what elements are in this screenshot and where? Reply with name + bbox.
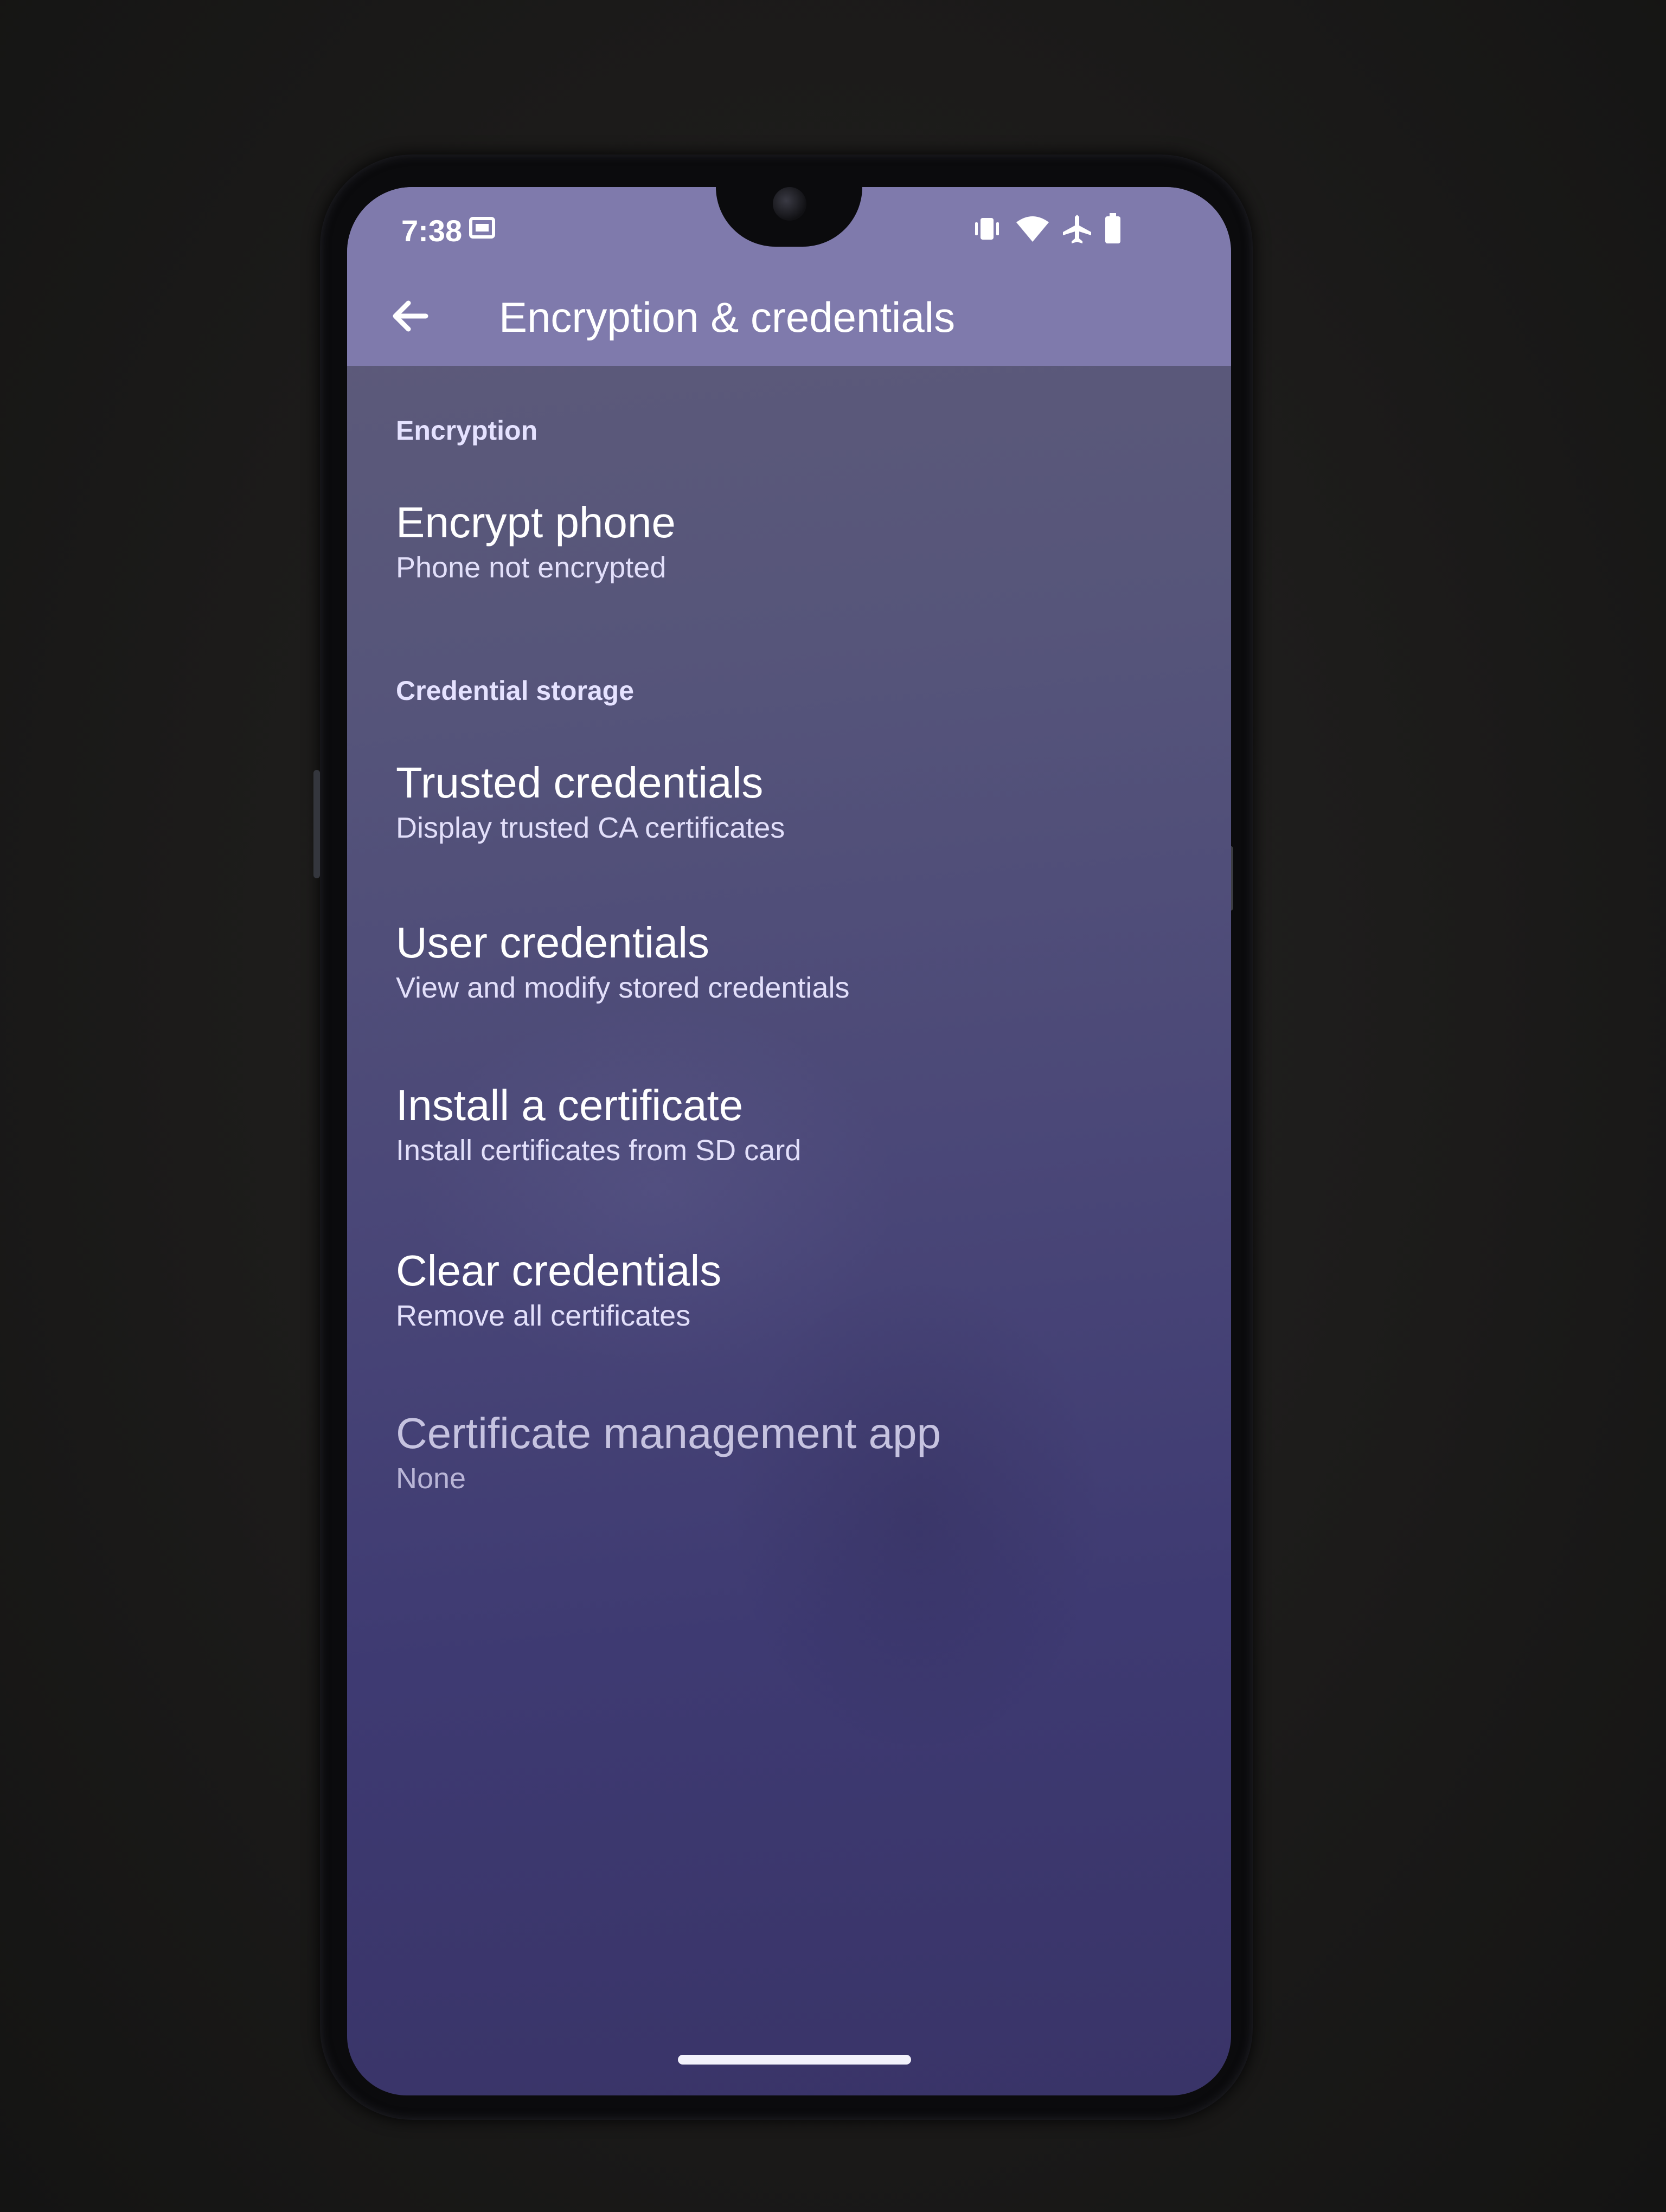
status-time: 7:38	[401, 214, 463, 248]
pref-summary: None	[396, 1462, 466, 1495]
back-button[interactable]	[380, 287, 439, 347]
encrypt-phone-item[interactable]: Encrypt phone Phone not encrypted	[396, 499, 1182, 584]
vibrate-icon	[971, 216, 1003, 242]
clear-credentials-item[interactable]: Clear credentials Remove all certificate…	[396, 1247, 1182, 1332]
certificate-management-app-item: Certificate management app None	[396, 1410, 1182, 1495]
phone-screen: 7:38 Encryption & credentials Encryption…	[347, 187, 1231, 2095]
arrow-back-icon	[390, 299, 429, 336]
front-camera	[773, 187, 806, 221]
page-title: Encryption & credentials	[499, 293, 956, 341]
pref-title: Trusted credentials	[396, 758, 764, 807]
user-credentials-item[interactable]: User credentials View and modify stored …	[396, 919, 1182, 1004]
pref-title: Clear credentials	[396, 1246, 722, 1295]
screen-shadow	[727, 1271, 1106, 1759]
status-icons	[971, 210, 1122, 248]
pref-summary: Install certificates from SD card	[396, 1134, 802, 1167]
pref-summary: Display trusted CA certificates	[396, 812, 785, 844]
pref-title: Install a certificate	[396, 1081, 744, 1129]
pref-title: Certificate management app	[396, 1409, 941, 1457]
battery-icon	[1104, 213, 1122, 245]
volume-button	[313, 770, 320, 878]
pref-summary: Remove all certificates	[396, 1300, 691, 1332]
screenshot-notification-icon	[469, 217, 495, 239]
pref-summary: Phone not encrypted	[396, 551, 667, 584]
trusted-credentials-item[interactable]: Trusted credentials Display trusted CA c…	[396, 759, 1182, 844]
airplane-mode-icon	[1062, 214, 1092, 244]
section-header-credential-storage: Credential storage	[396, 676, 635, 706]
gesture-navigation-bar[interactable]	[678, 2055, 911, 2065]
install-certificate-item[interactable]: Install a certificate Install certificat…	[396, 1082, 1182, 1167]
pref-title: User credentials	[396, 918, 710, 967]
pref-title: Encrypt phone	[396, 498, 676, 546]
section-header-encryption: Encryption	[396, 415, 538, 446]
wifi-icon	[1015, 215, 1050, 243]
app-bar: 7:38 Encryption & credentials	[347, 187, 1231, 366]
pref-summary: View and modify stored credentials	[396, 972, 850, 1004]
